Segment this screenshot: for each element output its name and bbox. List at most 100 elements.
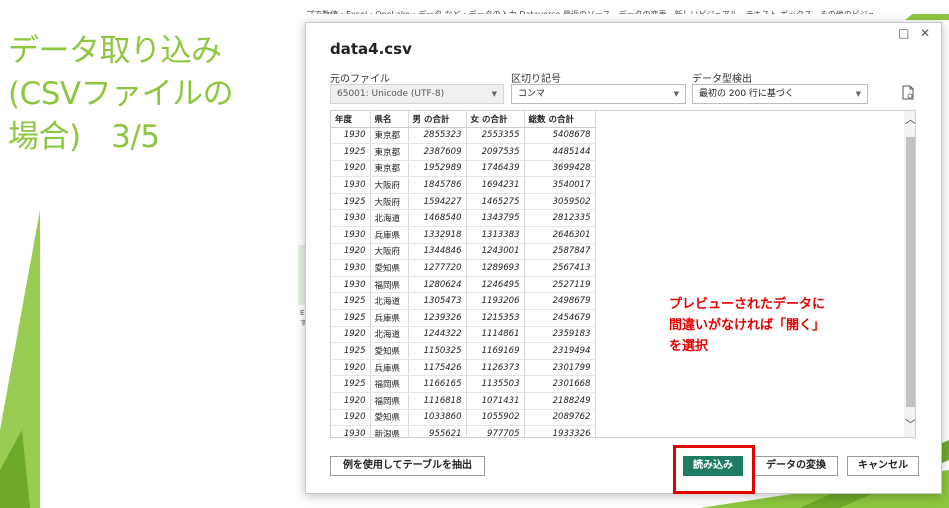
annotation-line: 間違いがなければ「開く」 [669, 318, 826, 333]
close-button[interactable]: ✕ [920, 26, 930, 40]
preview-table-area: 年度 県名 男 の合計 女 の合計 総数 の合計 1930 東京都 2855323 2… [330, 110, 916, 438]
table-row: 1930 東京都 2855323 2553355 5408678 [331, 127, 596, 145]
column-header-female-total: 女 の合計 [466, 111, 525, 128]
table-row: 1925 兵庫県 1239326 1215353 2454679 [331, 309, 596, 327]
table-row: 1925 愛知県 1150325 1169169 2319494 [331, 342, 596, 360]
cell-grand-total: 2812335 [524, 209, 596, 228]
cell-grand-total: 4485144 [524, 143, 596, 161]
csv-import-dialog: □ ✕ data4.csv 元のファイル 65001: Unicode (UTF… [305, 22, 942, 494]
cell-year: 1930 [331, 259, 371, 277]
cancel-button[interactable]: キャンセル [847, 456, 919, 476]
cell-male-total: 1244322 [408, 326, 467, 344]
cell-year: 1930 [331, 176, 371, 194]
cell-male-total: 1332918 [408, 226, 467, 244]
cell-prefecture: 東京都 [370, 143, 409, 161]
transform-data-button[interactable]: データの変換 [754, 456, 838, 476]
table-row: 1925 東京都 2387609 2097535 4485144 [331, 143, 596, 161]
cell-year: 1930 [331, 425, 371, 437]
column-header-grand-total: 総数 の合計 [524, 111, 596, 128]
cell-year: 1920 [331, 243, 371, 261]
slide-title-line: データ取り込み [8, 33, 222, 69]
file-origin-select[interactable]: 65001: Unicode (UTF-8) ▼ [330, 84, 504, 104]
cell-grand-total: 2319494 [524, 342, 596, 360]
cell-female-total: 1465275 [466, 193, 525, 211]
cell-male-total: 1116818 [408, 392, 467, 410]
cell-grand-total: 3699428 [524, 160, 596, 178]
file-settings-icon[interactable] [902, 85, 914, 100]
cell-prefecture: 大阪府 [370, 176, 409, 194]
cell-year: 1920 [331, 326, 371, 344]
cell-female-total: 1694231 [466, 176, 525, 194]
cell-grand-total: 3540017 [524, 176, 596, 194]
cell-male-total: 1239326 [408, 309, 467, 327]
restore-button[interactable]: □ [898, 26, 909, 40]
type-detection-value: 最初の 200 行に基づく [699, 89, 794, 99]
load-button-highlight [673, 445, 755, 494]
chevron-down-icon: ▼ [491, 90, 497, 98]
cell-year: 1925 [331, 193, 371, 211]
vertical-scrollbar[interactable]: ︿ ﹀ [904, 111, 915, 437]
cell-male-total: 1305473 [408, 292, 467, 311]
cell-prefecture: 愛知県 [370, 259, 409, 277]
cell-grand-total: 2567413 [524, 259, 596, 277]
cell-grand-total: 2454679 [524, 309, 596, 327]
cell-male-total: 2855323 [408, 127, 467, 145]
cell-grand-total: 2587847 [524, 243, 596, 261]
extract-table-button[interactable]: 例を使用してテーブルを抽出 [330, 456, 485, 476]
chevron-up-icon[interactable]: ︿ [905, 114, 915, 126]
delimiter-select[interactable]: コンマ ▼ [511, 84, 686, 104]
cell-prefecture: 福岡県 [370, 276, 409, 294]
dialog-title: data4.csv [330, 40, 412, 58]
cell-grand-total: 2301799 [524, 359, 596, 377]
cell-prefecture: 福岡県 [370, 392, 409, 410]
cell-female-total: 977705 [466, 425, 525, 437]
scrollbar-thumb[interactable] [906, 137, 915, 407]
cell-year: 1930 [331, 276, 371, 294]
delimiter-value: コンマ [518, 89, 546, 99]
table-body: 1930 東京都 2855323 2553355 5408678 1925 東京都 23876… [331, 127, 596, 437]
cell-female-total: 2553355 [466, 127, 525, 145]
cell-female-total: 1055902 [466, 409, 525, 427]
table-row: 1930 福岡県 1280624 1246495 2527119 [331, 276, 596, 294]
table-row: 1930 北海道 1468540 1343795 2812335 [331, 209, 596, 228]
chevron-down-icon: ▼ [855, 90, 861, 98]
column-header-prefecture: 県名 [370, 111, 409, 128]
cell-female-total: 1289693 [466, 259, 525, 277]
table-row: 1930 新潟県 955621 977705 1933326 [331, 425, 596, 437]
instruction-annotation: プレビューされたデータに 間違いがなければ「開く」 を選択 [669, 294, 909, 357]
cell-prefecture: 兵庫県 [370, 226, 409, 244]
annotation-line: プレビューされたデータに [669, 297, 826, 312]
cell-year: 1920 [331, 409, 371, 427]
chevron-down-icon[interactable]: ﹀ [905, 419, 915, 431]
delimiter-label: 区切り記号 [511, 74, 561, 85]
cell-prefecture: 愛知県 [370, 409, 409, 427]
cell-male-total: 1166165 [408, 375, 467, 393]
slide-title-line: 場合) 3/5 [8, 119, 160, 155]
cell-year: 1920 [331, 392, 371, 410]
table-row: 1920 東京都 1952989 1746439 3699428 [331, 160, 596, 178]
cell-prefecture: 兵庫県 [370, 309, 409, 327]
cell-year: 1925 [331, 342, 371, 360]
cell-grand-total: 3059502 [524, 193, 596, 211]
column-header-year: 年度 [331, 111, 371, 128]
cell-female-total: 1215353 [466, 309, 525, 327]
cell-year: 1930 [331, 127, 371, 145]
table-row: 1925 大阪府 1594227 1465275 3059502 [331, 193, 596, 211]
cell-grand-total: 2646301 [524, 226, 596, 244]
annotation-line: を選択 [669, 339, 709, 354]
cell-prefecture: 北海道 [370, 209, 409, 228]
cell-male-total: 1033860 [408, 409, 467, 427]
cell-female-total: 1071431 [466, 392, 525, 410]
table-row: 1920 兵庫県 1175426 1126373 2301799 [331, 359, 596, 377]
type-detection-select[interactable]: 最初の 200 行に基づく ▼ [692, 84, 868, 104]
file-origin-label: 元のファイル [330, 74, 390, 85]
table-row: 1930 愛知県 1277720 1289693 2567413 [331, 259, 596, 277]
table-header-row: 年度 県名 男 の合計 女 の合計 総数 の合計 [331, 111, 596, 128]
cell-prefecture: 北海道 [370, 326, 409, 344]
cell-year: 1920 [331, 359, 371, 377]
cell-male-total: 1150325 [408, 342, 467, 360]
cell-female-total: 1243001 [466, 243, 525, 261]
cell-male-total: 1344846 [408, 243, 467, 261]
cell-female-total: 1193206 [466, 292, 525, 311]
table-row: 1930 兵庫県 1332918 1313383 2646301 [331, 226, 596, 244]
